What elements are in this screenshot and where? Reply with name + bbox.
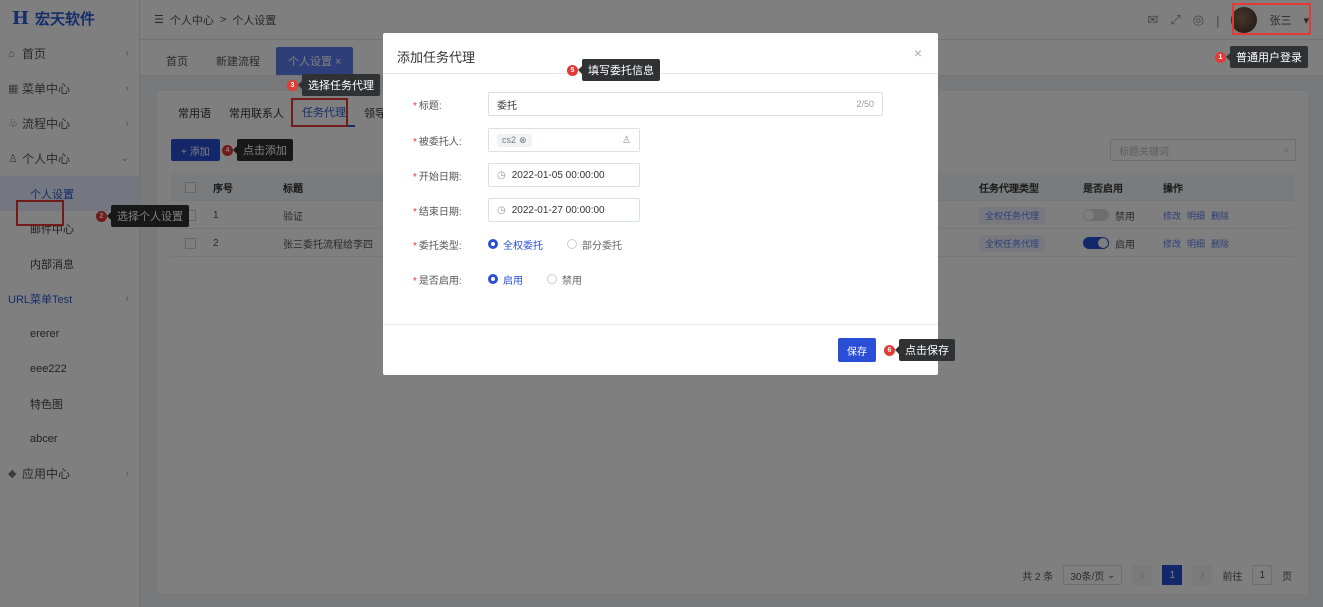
radio-partial-delegation[interactable]: 部分委托 — [567, 237, 622, 252]
callout-number: 5 — [567, 64, 578, 76]
callout-5: 5 填写委托信息 — [567, 59, 660, 81]
field-label: * 开始日期: — [413, 171, 462, 183]
radio-full-delegation[interactable]: 全权委托 — [488, 237, 543, 252]
user-select-icon[interactable]: ♙ — [622, 135, 631, 146]
callout-number: 6 — [884, 344, 895, 356]
field-enabled: * 是否启用: 启用 禁用 — [383, 267, 938, 291]
field-delegate: * 被委托人: cs2 ⊗ ♙ — [383, 128, 938, 152]
callout-1: 1 普通用户登录 — [1215, 46, 1308, 68]
field-start-date: * 开始日期: ◷ 2022-01-05 00:00:00 — [383, 163, 938, 187]
field-title: * 标题: 委托 2/50 — [383, 92, 938, 116]
add-delegation-dialog: 添加任务代理 × * 标题: 委托 2/50 * 被委托人: cs2 ⊗ ♙ * 开始日… — [383, 33, 938, 375]
remove-chip-icon[interactable]: ⊗ — [519, 135, 527, 146]
callout-text: 普通用户登录 — [1226, 46, 1308, 68]
save-button[interactable]: 保存 — [838, 338, 876, 362]
end-date-picker[interactable]: ◷ 2022-01-27 00:00:00 — [488, 198, 640, 222]
callout-text: 选择任务代理 — [298, 74, 380, 96]
field-label: * 标题: — [413, 100, 442, 112]
clock-icon: ◷ — [497, 169, 506, 181]
field-label: * 被委托人: — [413, 136, 462, 148]
close-icon[interactable]: × — [914, 45, 922, 61]
field-label: * 委托类型: — [413, 240, 462, 252]
callout-3: 3 选择任务代理 — [287, 74, 380, 96]
field-label: * 结束日期: — [413, 206, 462, 218]
callout-number: 1 — [1215, 51, 1226, 63]
start-date-value: 2022-01-05 00:00:00 — [511, 169, 605, 181]
end-date-value: 2022-01-27 00:00:00 — [511, 204, 605, 216]
callout-text: 填写委托信息 — [578, 59, 660, 81]
dialog-header-divider — [383, 73, 938, 74]
delegation-type-radios: 全权委托 部分委托 — [488, 237, 622, 252]
delegate-selector[interactable]: cs2 ⊗ ♙ — [488, 128, 640, 152]
dialog-footer-divider — [383, 324, 938, 325]
radio-disabled[interactable]: 禁用 — [547, 272, 582, 287]
start-date-picker[interactable]: ◷ 2022-01-05 00:00:00 — [488, 163, 640, 187]
field-delegation-type: * 委托类型: 全权委托 部分委托 — [383, 232, 938, 256]
callout-number: 3 — [287, 79, 298, 91]
callout-6: 6 点击保存 — [884, 339, 955, 361]
title-input-value: 委托 — [497, 100, 517, 112]
clock-icon: ◷ — [497, 204, 506, 216]
field-end-date: * 结束日期: ◷ 2022-01-27 00:00:00 — [383, 198, 938, 222]
field-label: * 是否启用: — [413, 275, 462, 287]
dialog-title: 添加任务代理 — [397, 50, 476, 65]
enabled-radios: 启用 禁用 — [488, 272, 582, 287]
title-counter: 2/50 — [856, 99, 874, 109]
radio-enabled[interactable]: 启用 — [488, 272, 523, 287]
title-input[interactable]: 委托 2/50 — [488, 92, 883, 116]
delegate-chip: cs2 ⊗ — [497, 133, 532, 147]
callout-text: 点击保存 — [895, 339, 955, 361]
